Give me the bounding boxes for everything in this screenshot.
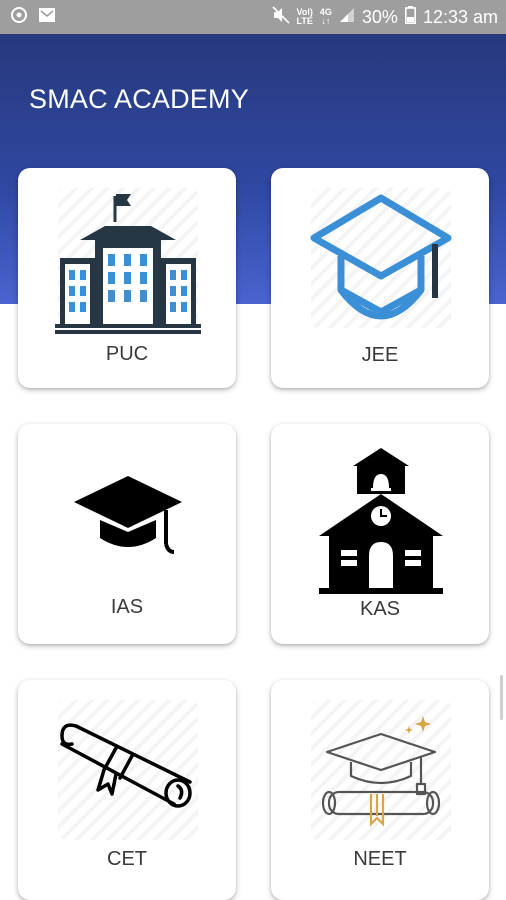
app-title: SMAC ACADEMY	[29, 84, 249, 114]
course-card-puc[interactable]: PUC	[18, 168, 236, 388]
status-bar: Vol) LTE 4G ↓↑ 30% 12:33 am	[0, 0, 506, 34]
course-card-neet[interactable]: NEET	[271, 680, 489, 900]
course-card-ias[interactable]: IAS	[18, 424, 236, 644]
course-card-kas[interactable]: KAS	[271, 424, 489, 644]
battery-percent: 30%	[361, 6, 398, 27]
data-indicator: 4G ↓↑	[320, 8, 332, 26]
school-building-icon	[55, 194, 201, 334]
course-label: NEET	[353, 848, 407, 870]
course-label: KAS	[359, 598, 401, 620]
graduation-cap-icon	[310, 194, 452, 320]
course-label: JEE	[361, 344, 399, 366]
diploma-scroll-icon	[60, 723, 192, 808]
course-card-cet[interactable]: CET	[18, 680, 236, 900]
clock: 12:33 am	[422, 6, 498, 27]
schoolhouse-icon	[319, 448, 443, 594]
scroll-indicator[interactable]	[500, 675, 503, 720]
sync-icon	[10, 6, 28, 29]
course-card-jee[interactable]: JEE	[271, 168, 489, 388]
lte-label: LTE	[296, 16, 313, 26]
graduation-diploma-icon	[321, 716, 441, 827]
signal-icon	[339, 7, 355, 28]
mute-icon	[271, 5, 290, 29]
course-label: PUC	[105, 343, 149, 365]
course-label: IAS	[110, 596, 144, 618]
course-label: CET	[107, 848, 147, 870]
volte-indicator: Vol) LTE	[297, 8, 313, 26]
battery-icon	[404, 5, 416, 29]
data-arrows: ↓↑	[321, 16, 331, 26]
mortarboard-icon	[74, 476, 182, 554]
mail-icon	[38, 7, 56, 28]
